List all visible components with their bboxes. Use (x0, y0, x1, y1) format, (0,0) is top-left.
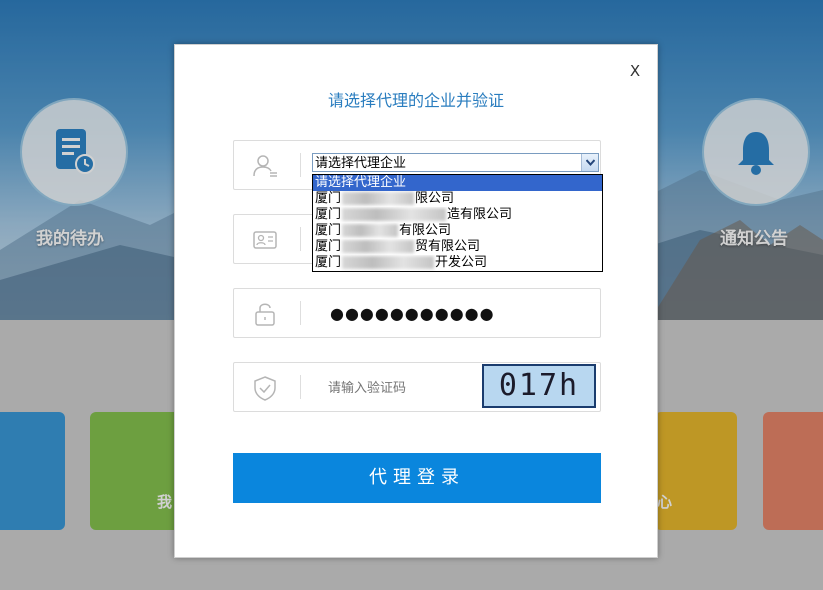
redacted-text (342, 256, 435, 269)
dropdown-option[interactable]: 厦门 限公司 (313, 191, 602, 207)
field-separator (300, 301, 301, 325)
close-button[interactable]: X (627, 61, 643, 81)
lock-icon (255, 303, 275, 326)
field-separator (300, 227, 301, 251)
redacted-text (342, 208, 447, 221)
dropdown-option[interactable]: 厦门 造有限公司 (313, 207, 602, 223)
field-separator (300, 375, 301, 399)
captcha-image[interactable]: 017h (482, 364, 596, 408)
field-separator (300, 153, 301, 177)
password-value: ●●●●●●●●●●● (330, 304, 495, 323)
dialog-title: 请选择代理的企业并验证 (327, 91, 504, 110)
agent-login-button[interactable]: 代理登录 (233, 453, 601, 503)
captcha-input[interactable] (326, 377, 470, 399)
shield-check-icon (254, 376, 276, 401)
dropdown-option[interactable]: 厦门 有限公司 (313, 223, 602, 239)
redacted-text (342, 240, 415, 253)
enterprise-dropdown-list: 请选择代理企业 厦门 限公司 厦门 造有限公司 厦门 有限公司 厦门 贸有限公司 厦门开… (312, 174, 603, 272)
dropdown-option[interactable]: 厦门 贸有限公司 (313, 239, 602, 255)
dropdown-option[interactable]: 厦门 开发公司 (313, 255, 602, 271)
redacted-text (342, 224, 399, 237)
agent-login-dialog: X 请选择代理的企业并验证 请选择代理企业 ●●●●●●●●●●● 请输入验证码… (174, 44, 658, 558)
enterprise-select[interactable]: 请选择代理企业 (312, 153, 599, 172)
id-card-icon (253, 231, 277, 249)
user-icon (253, 155, 277, 177)
redacted-text (342, 192, 415, 205)
dropdown-option[interactable]: 请选择代理企业 (313, 175, 602, 191)
enterprise-select-value: 请选择代理企业 (315, 156, 407, 171)
password-field[interactable]: ●●●●●●●●●●● (233, 288, 601, 338)
captcha-field: 017h (233, 362, 601, 412)
dropdown-arrow-icon[interactable] (581, 154, 598, 171)
